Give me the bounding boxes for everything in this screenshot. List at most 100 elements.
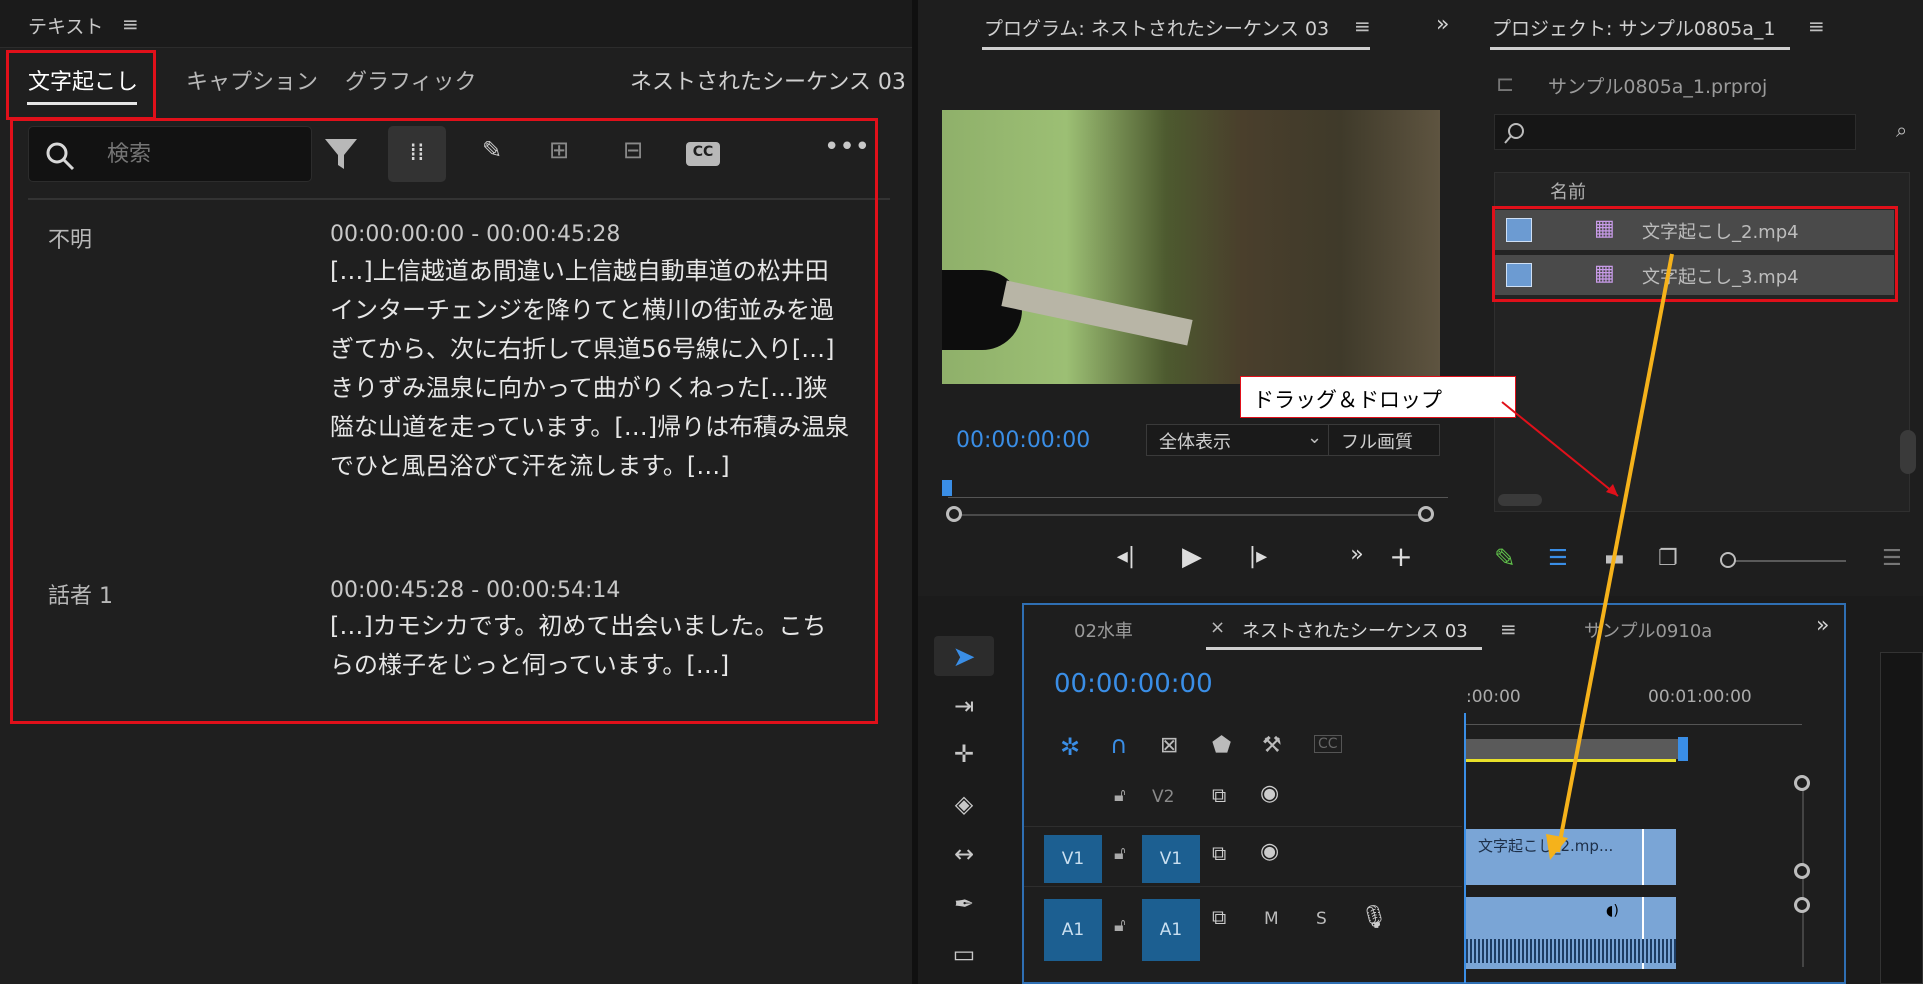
scroll-handle-top[interactable] [1794,775,1810,791]
add-icon[interactable]: + [1386,540,1416,573]
step-back-icon[interactable]: ◂| [1108,544,1144,569]
program-monitor-panel: プログラム: ネストされたシーケンス 03 ≡ » 00:00:00:00 全体… [918,0,1468,592]
track-header-v2: 🔓︎ V2 ⧉ ◉ [1024,771,1462,827]
snap-icon[interactable]: ∩ [1110,731,1128,759]
tab-graphics[interactable]: グラフィック [345,64,477,96]
active-tab-underline [1206,647,1482,650]
source-patch-a1[interactable]: A1 [1044,899,1102,961]
freeform-view-icon[interactable]: ❐ [1658,546,1678,571]
panel-overflow-icon[interactable]: » [1816,613,1829,638]
zoom-scroll-track[interactable] [952,514,1426,516]
column-header-name[interactable]: 名前 [1550,178,1586,204]
rectangle-icon[interactable]: ▭ [934,940,994,968]
sync-lock-icon[interactable]: ⧉ [1212,783,1226,807]
tab-nested-sequence[interactable]: ネストされたシーケンス 03 [1242,617,1468,643]
tab-02suisha[interactable]: 02水車 [1074,617,1133,643]
sync-lock-icon[interactable]: ⧉ [1212,841,1226,865]
track-label[interactable]: V2 [1152,787,1174,807]
menu-icon[interactable]: ☰ [1882,546,1902,571]
pen-icon[interactable]: ✒ [934,890,994,918]
eye-icon[interactable]: ◉ [1260,781,1279,806]
marker-icon[interactable]: ⬟ [1212,733,1231,758]
text-panel: テキスト ≡ 文字起こし キャプション グラフィック ネストされたシーケンス 0… [0,0,912,984]
text-panel-header: テキスト ≡ [0,0,912,48]
lock-icon[interactable]: 🔓︎ [1114,843,1126,864]
track-select-icon[interactable]: ⇥ [934,692,994,720]
more-controls-icon[interactable]: » [1342,542,1372,567]
icon-view-icon[interactable]: ▬ [1604,546,1625,571]
eye-icon[interactable]: ◉ [1260,839,1279,864]
sequence-name: ネストされたシーケンス 03 [630,70,906,95]
zoom-handle-right[interactable] [1418,506,1434,522]
hamburger-icon[interactable]: ≡ [1354,14,1371,38]
mute-button[interactable]: M [1264,909,1279,929]
play-icon[interactable]: ▶ [1174,542,1210,572]
arrow-icon: ➤ [952,640,976,673]
active-tab-underline [1490,47,1790,50]
quality-select[interactable]: フル画質 [1328,424,1440,456]
slip-icon[interactable]: ↔ [934,840,994,868]
ripple-edit-icon[interactable]: ✛ [934,740,994,768]
active-tab-underline [982,47,1370,50]
speaker-badge-icon: ◖) [1606,903,1619,919]
find-icon[interactable]: ⌕ [1896,118,1907,142]
linked-selection-icon[interactable]: ⊠ [1160,733,1178,758]
pencil-icon[interactable]: ✎ [1494,544,1516,574]
microphone-icon[interactable]: 🎙︎ [1360,905,1388,930]
razor-icon[interactable]: ◈ [934,790,994,818]
hamburger-icon[interactable]: ≡ [1500,617,1517,641]
source-patch-v1[interactable]: V1 [1044,835,1102,883]
track-target-a1[interactable]: A1 [1142,899,1200,961]
video-frame[interactable] [942,110,1440,384]
audio-clip[interactable]: ◖) [1466,897,1676,969]
selection-tool[interactable]: ➤ [934,636,994,676]
work-area-end[interactable] [1678,737,1688,761]
track-target-v1[interactable]: V1 [1142,835,1200,883]
cc-icon[interactable]: CC [1314,735,1342,753]
audio-waveform [1466,939,1676,963]
list-view-icon[interactable]: ☰ [1548,546,1568,571]
project-file-name: サンプル0805a_1.prproj [1548,76,1768,98]
ruler-label: 00:01:00:00 [1648,687,1752,707]
hamburger-icon[interactable]: ≡ [1808,14,1825,38]
time-ruler[interactable] [1466,713,1802,725]
tab-sample0910a[interactable]: サンプル0910a [1584,617,1712,643]
lock-icon[interactable]: 🔓︎ [1114,785,1126,806]
timeline-timecode[interactable]: 00:00:00:00 [1054,669,1213,699]
sync-lock-icon[interactable]: ⧉ [1212,905,1226,929]
track-header-a1: A1 🔓︎ A1 ⧉ M S 🎙︎ [1024,891,1462,967]
scrollbar-thumb[interactable] [1900,430,1916,474]
time-ruler[interactable] [948,484,1448,498]
video-clip[interactable]: 文字起こし_2.mp... [1466,829,1676,885]
lock-icon[interactable]: 🔓︎ [1114,915,1126,936]
search-icon [1504,123,1524,144]
step-forward-icon[interactable]: |▸ [1240,544,1276,569]
program-timecode[interactable]: 00:00:00:00 [956,428,1090,453]
zoom-slider-handle[interactable] [1720,552,1736,568]
scroll-handle-bottom[interactable] [1794,863,1810,879]
playhead-marker[interactable] [942,480,952,496]
wrench-icon[interactable]: ⚒ [1262,733,1282,758]
clip-edit-point[interactable] [1642,829,1644,885]
timeline-panel: 02水車 × ネストされたシーケンス 03 ≡ サンプル0910a » 00:0… [1022,603,1846,984]
project-title: プロジェクト: サンプル0805a_1 [1492,18,1776,40]
side-panel-edge [1880,652,1923,984]
zoom-select[interactable]: 全体表示 ⌄ [1146,424,1334,456]
solo-button[interactable]: S [1316,909,1327,929]
scroll-handle-audio[interactable] [1794,897,1810,913]
close-icon[interactable]: × [1210,617,1225,638]
project-search-field[interactable] [1494,114,1856,150]
tab-captions[interactable]: キャプション [186,64,318,96]
track-header-v1: V1 🔓︎ V1 ⧉ ◉ [1024,827,1462,887]
zoom-handle-left[interactable] [946,506,962,522]
horizontal-scrollbar-thumb[interactable] [1498,494,1542,506]
zoom-slider[interactable] [1728,560,1846,562]
hamburger-icon[interactable]: ≡ [122,12,139,36]
chevron-down-icon: ⌄ [1307,427,1323,448]
panel-overflow-icon[interactable]: » [1436,12,1449,37]
panel-title: テキスト [28,16,104,38]
work-area-bar[interactable] [1466,739,1686,759]
program-title: プログラム: ネストされたシーケンス 03 [984,18,1330,40]
highlight-box-project-items [1492,206,1898,302]
nest-icon[interactable]: ✲ [1060,733,1080,761]
